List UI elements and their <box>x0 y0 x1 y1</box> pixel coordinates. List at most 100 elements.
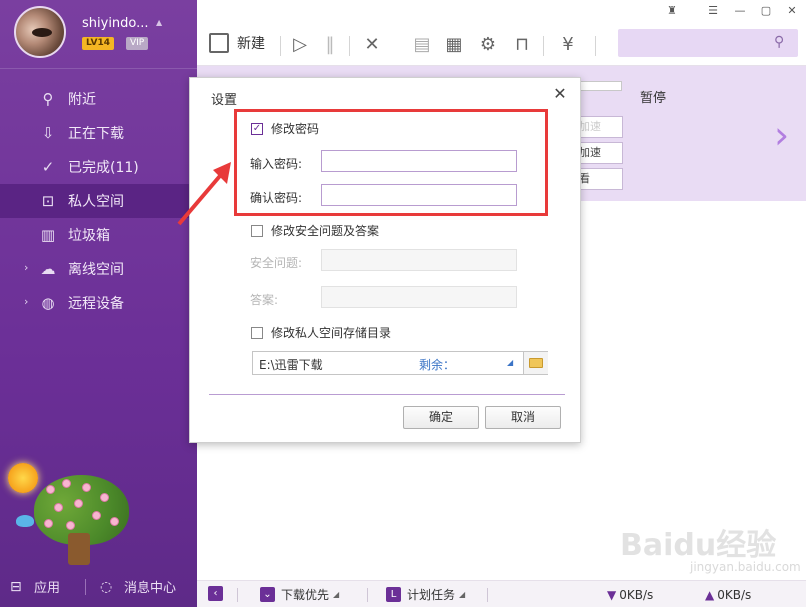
sidebar-item-remote-devices[interactable]: › ◍ 远程设备 <box>0 286 197 320</box>
sidebar-item-label: 正在下载 <box>68 126 124 142</box>
pause-icon[interactable]: ‖ <box>319 34 341 56</box>
speedup-disabled-button[interactable]: 加速 <box>576 116 623 138</box>
vip-badge[interactable]: VIP <box>126 37 149 50</box>
apps-button[interactable]: ⊟ 应用 <box>10 577 61 597</box>
ok-button[interactable]: 确定 <box>403 406 479 429</box>
dialog-divider <box>209 394 565 395</box>
dropdown-icon: ◢ <box>333 590 340 599</box>
profile: shiyindo... ▲ LV14 VIP <box>14 6 194 62</box>
view-button[interactable]: 看 <box>576 168 623 190</box>
minimize-icon[interactable]: — <box>732 4 748 18</box>
sidebar-item-label: 离线空间 <box>68 262 124 278</box>
download-icon: ⇩ <box>41 124 55 142</box>
sidebar-item-label: 垃圾箱 <box>68 228 110 244</box>
bird-icon <box>16 515 34 527</box>
sidebar-item-label: 远程设备 <box>68 296 124 312</box>
decorative-tree-illustration[interactable] <box>4 455 134 570</box>
sidebar-nav: ⚲ 附近 ⇩ 正在下载 ✓ 已完成(11) ⊡ 私人空间 ▥ 垃圾箱 › ☁ 离… <box>0 82 197 320</box>
highlight-arrow-icon <box>177 162 231 226</box>
new-task-button[interactable]: 新建 <box>209 33 265 53</box>
search-input[interactable]: ⚲ <box>618 29 798 57</box>
clock-icon: L <box>386 587 401 602</box>
watermark-logo: Baidu经验 <box>620 528 777 563</box>
scheduled-tasks-button[interactable]: L 计划任务 ◢ <box>386 586 465 603</box>
sidebar-item-offline-space[interactable]: › ☁ 离线空间 <box>0 252 197 286</box>
search-icon[interactable]: ⚲ <box>774 34 790 50</box>
answer-label: 答案: <box>250 293 279 307</box>
delete-icon[interactable]: ✕ <box>361 34 383 56</box>
priority-icon: ⌄ <box>260 587 275 602</box>
highlight-box <box>234 109 548 216</box>
sidebar-item-label: 附近 <box>68 92 96 108</box>
sidebar-divider <box>0 68 197 69</box>
collapse-button[interactable]: ‹ <box>208 586 229 601</box>
download-priority-button[interactable]: ⌄ 下载优先 ◢ <box>260 586 339 603</box>
chevron-left-icon: ‹ <box>208 586 223 601</box>
task-progress-strip <box>580 81 622 91</box>
remaining-space-label: 剩余： <box>419 358 456 372</box>
download-priority-label: 下载优先 <box>281 588 330 602</box>
up-arrow-icon: ▲ <box>705 588 715 602</box>
settings-gear-icon[interactable]: ⚙ <box>477 34 499 56</box>
globe-icon: ◍ <box>41 294 55 312</box>
username[interactable]: shiyindo... <box>82 16 149 31</box>
grid-icon[interactable]: ▦ <box>443 34 465 56</box>
change-security-checkbox[interactable] <box>251 224 263 237</box>
avatar[interactable] <box>14 6 66 58</box>
level-badge: LV14 <box>82 37 114 50</box>
new-task-label: 新建 <box>237 36 265 52</box>
change-security-label: 修改安全问题及答案 <box>271 224 380 238</box>
message-center-label: 消息中心 <box>124 581 177 596</box>
watermark-url: jingyan.baidu.com <box>690 560 801 574</box>
menu-icon[interactable]: ☰ <box>705 4 721 18</box>
upload-speed-value: 0KB/s <box>717 588 752 602</box>
message-center-button[interactable]: ◌ 消息中心 <box>100 577 177 597</box>
download-speed: ▼ 0KB/s <box>607 588 653 602</box>
upload-speed: ▲ 0KB/s <box>705 588 751 602</box>
trash-icon: ▥ <box>40 226 56 244</box>
apps-label: 应用 <box>34 581 61 596</box>
change-dir-option[interactable]: 修改私人空间存储目录 <box>251 324 391 341</box>
maximize-icon[interactable]: ▢ <box>758 4 774 18</box>
security-question-field[interactable] <box>321 249 517 271</box>
task-status: 暂停 <box>640 91 667 106</box>
status-bar: ‹ ⌄ 下载优先 ◢ L 计划任务 ◢ ▼ 0KB/s ▲ 0KB/s <box>197 580 806 607</box>
sidebar-item-downloading[interactable]: ⇩ 正在下载 <box>0 116 197 150</box>
cloud-icon: ☁ <box>40 260 56 278</box>
change-dir-label: 修改私人空间存储目录 <box>271 326 392 340</box>
dropdown-triangle-icon[interactable]: ◢ <box>507 358 513 367</box>
skin-icon[interactable]: ♜ <box>664 4 680 18</box>
money-icon[interactable]: ¥ <box>557 34 579 56</box>
file-icon[interactable]: ▤ <box>411 34 433 56</box>
close-icon[interactable]: ✕ <box>552 86 568 102</box>
sidebar-item-completed[interactable]: ✓ 已完成(11) <box>0 150 197 184</box>
folder-icon <box>529 358 543 368</box>
dropdown-icon: ◢ <box>459 590 466 599</box>
cancel-button[interactable]: 取消 <box>485 406 561 429</box>
expand-arrow-icon[interactable]: › <box>24 295 28 308</box>
start-icon[interactable]: ▷ <box>289 34 311 56</box>
browse-folder-button[interactable] <box>523 352 548 374</box>
storage-directory-select[interactable]: E:\迅雷下载 剩余： ◢ <box>252 351 548 375</box>
down-arrow-icon: ▼ <box>607 588 617 602</box>
sidebar-item-private-space[interactable]: ⊡ 私人空间 <box>0 184 197 218</box>
sidebar-item-trash[interactable]: ▥ 垃圾箱 <box>0 218 197 252</box>
sun-icon <box>8 463 38 493</box>
expand-arrow-icon[interactable]: › <box>24 261 28 274</box>
close-window-icon[interactable]: ✕ <box>784 4 800 18</box>
message-icon: ◌ <box>100 578 113 595</box>
new-task-icon <box>209 33 229 53</box>
speedup-button[interactable]: 加速 <box>576 142 623 164</box>
change-security-option[interactable]: 修改安全问题及答案 <box>251 222 379 239</box>
username-dropdown-icon[interactable]: ▲ <box>156 18 162 27</box>
check-circle-icon: ✓ <box>41 158 55 176</box>
answer-field[interactable] <box>321 286 517 308</box>
directory-path: E:\迅雷下载 <box>259 358 323 372</box>
next-chevron-icon[interactable]: › <box>774 116 789 154</box>
lock-toolbar-icon[interactable]: ⊓ <box>511 34 533 56</box>
dialog-title: 设置 <box>211 93 238 108</box>
sidebar: shiyindo... ▲ LV14 VIP ⚲ 附近 ⇩ 正在下载 ✓ 已完成… <box>0 0 197 607</box>
location-icon: ⚲ <box>42 90 54 108</box>
sidebar-item-nearby[interactable]: ⚲ 附近 <box>0 82 197 116</box>
change-dir-checkbox[interactable] <box>251 326 263 339</box>
